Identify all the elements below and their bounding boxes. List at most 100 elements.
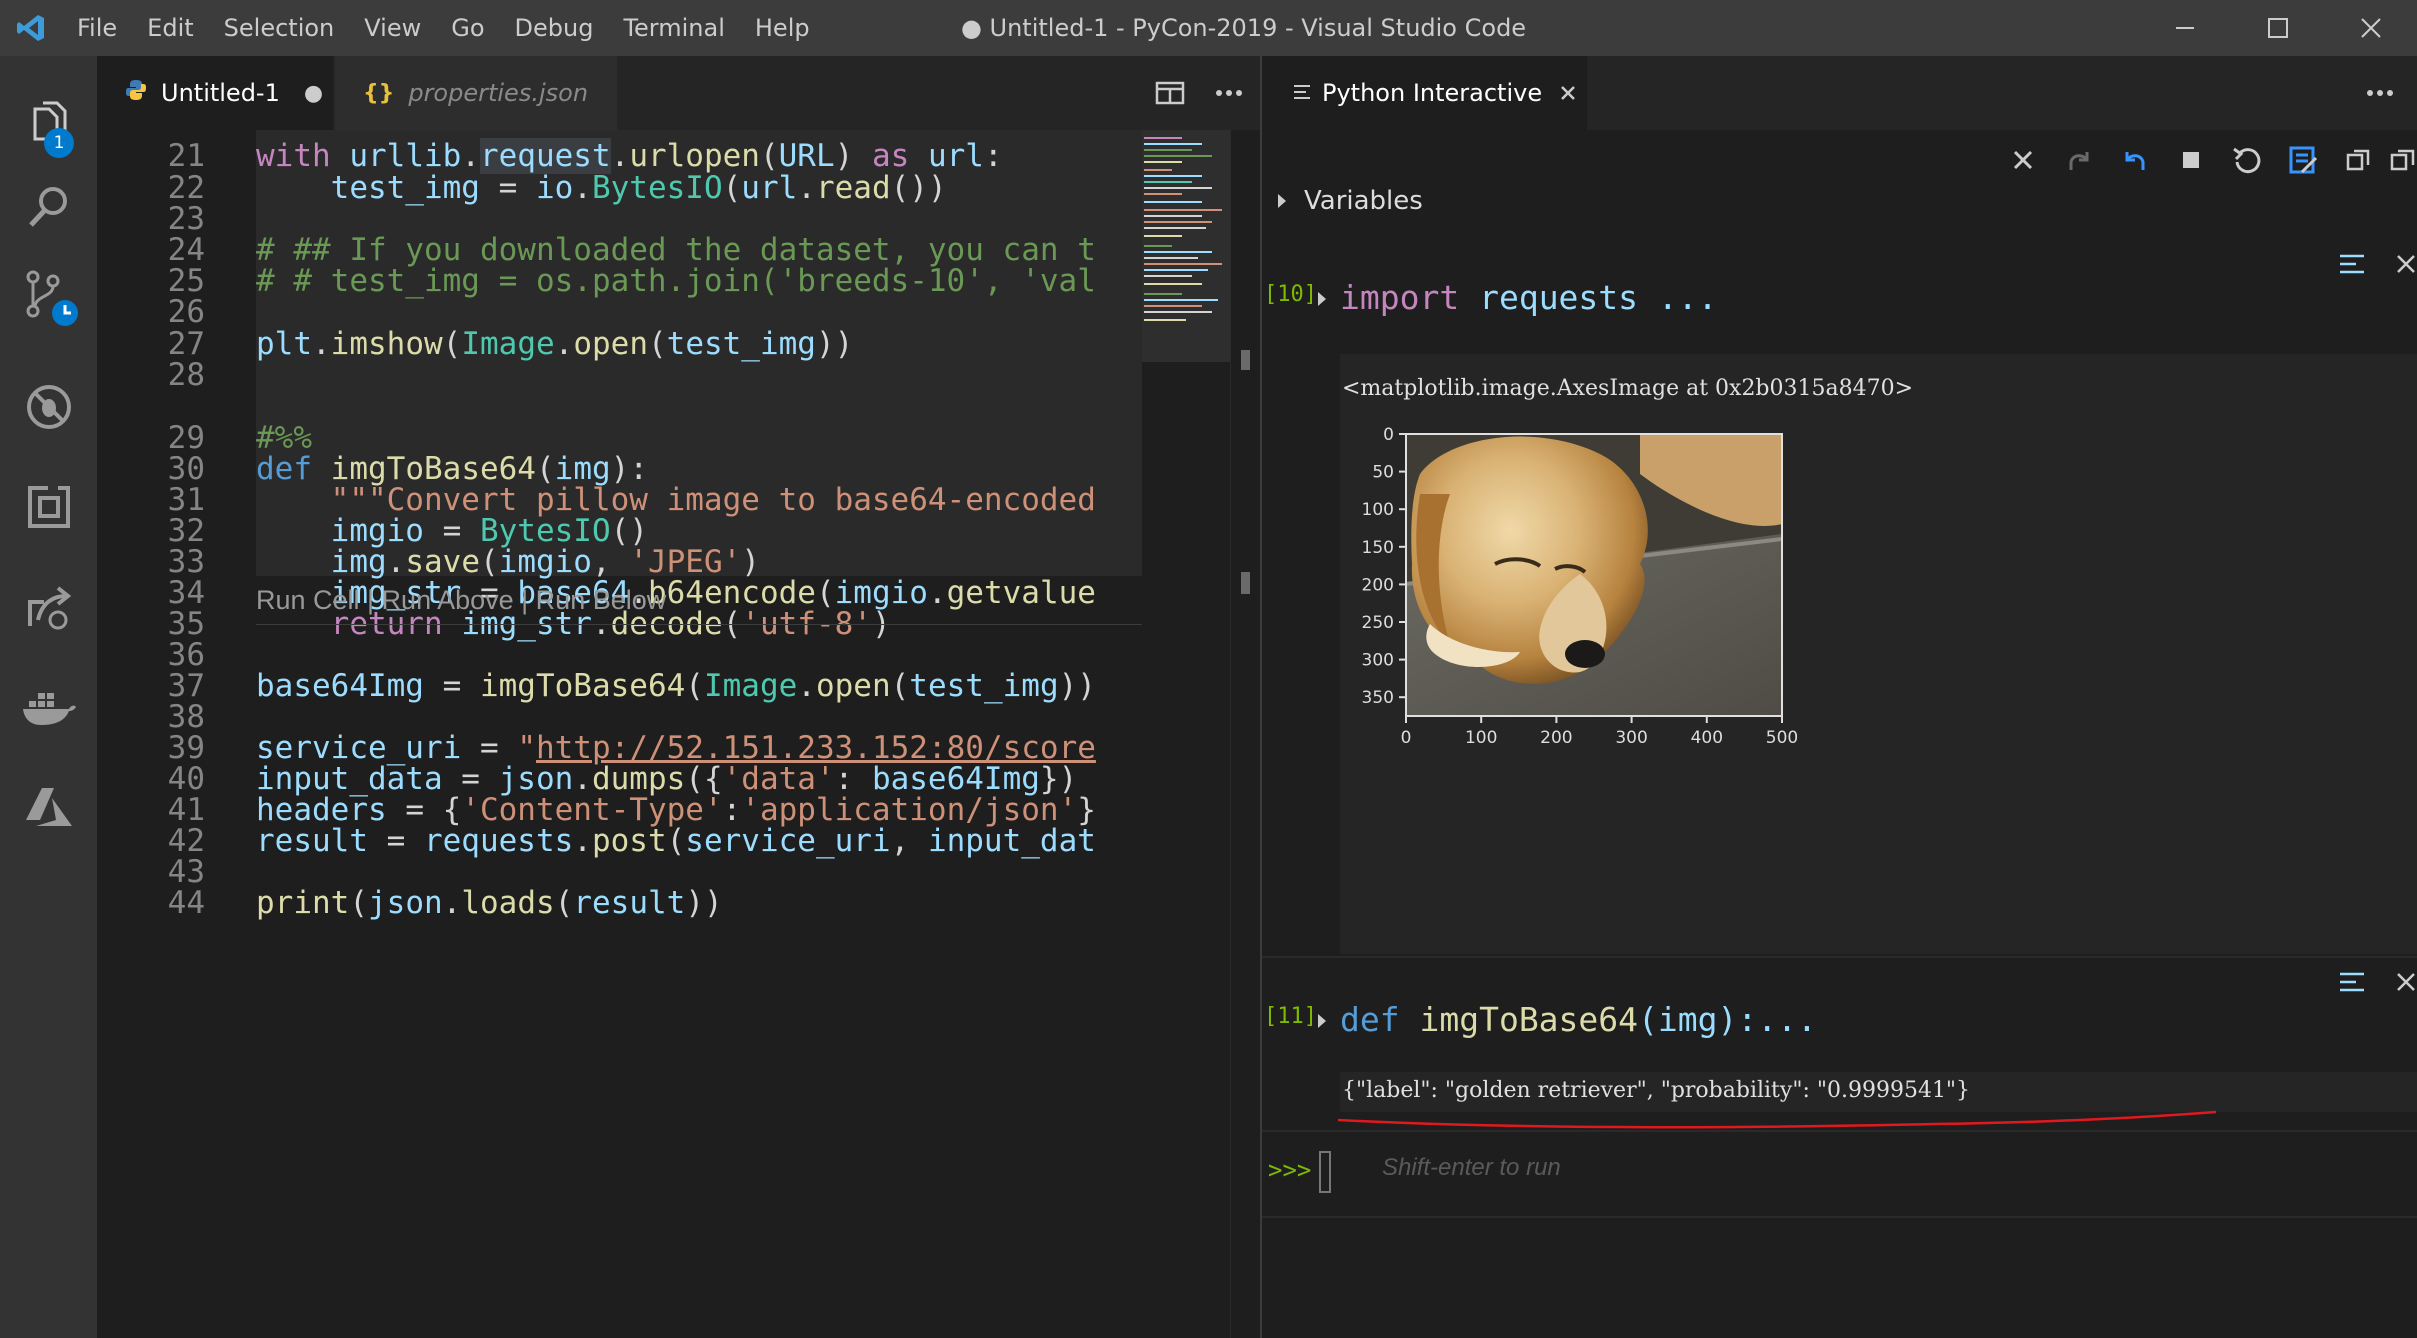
delete-cell-icon[interactable] xyxy=(2386,244,2417,284)
expand-cell-icon[interactable] xyxy=(1316,1012,1328,1034)
azure-icon[interactable] xyxy=(0,762,97,852)
code-line: base64Img = imgToBase64(Image.open(test_… xyxy=(256,668,1096,704)
editor-tabs: Untitled-1 ● {} properties.json xyxy=(97,56,1260,130)
expand-all-icon[interactable] xyxy=(2387,130,2417,190)
menu-terminal[interactable]: Terminal xyxy=(608,0,739,56)
goto-code-icon[interactable] xyxy=(2332,962,2372,1002)
more-actions-icon[interactable] xyxy=(1198,56,1260,130)
preview-icon xyxy=(1294,79,1310,107)
code-line: plt.imshow(Image.open(test_img)) xyxy=(256,326,854,362)
tab-untitled-1[interactable]: Untitled-1 ● xyxy=(97,56,333,130)
y-tick-label: 250 xyxy=(1362,613,1394,633)
close-window-button[interactable] xyxy=(2324,0,2417,56)
cell-input-args: (img):... xyxy=(1638,1000,1817,1039)
tab-python-interactive[interactable]: Python Interactive xyxy=(1262,56,1587,130)
split-editor-icon[interactable] xyxy=(1142,56,1198,130)
x-tick-label: 300 xyxy=(1615,728,1647,748)
python-file-icon xyxy=(125,79,147,107)
code-line: # # test_img = os.path.join('breeds-10',… xyxy=(256,263,1096,299)
source-control-icon[interactable] xyxy=(0,252,97,342)
cell-separator xyxy=(256,624,1142,625)
tab-properties-json[interactable]: {} properties.json xyxy=(335,56,617,130)
cell-input-function: imgToBase64 xyxy=(1399,1000,1639,1039)
delete-cell-icon[interactable] xyxy=(2386,962,2417,1002)
close-tab-icon[interactable] xyxy=(1560,79,1576,107)
input-box[interactable]: Shift-enter to run xyxy=(1382,1154,1561,1182)
minimap[interactable] xyxy=(1142,130,1230,1338)
collapse-all-icon[interactable] xyxy=(2331,130,2387,190)
docker-icon[interactable] xyxy=(0,662,97,752)
editor-scrollbar[interactable] xyxy=(1230,130,1260,1338)
search-icon[interactable] xyxy=(0,162,97,252)
menu-go[interactable]: Go xyxy=(436,0,499,56)
y-tick-label: 50 xyxy=(1372,463,1394,483)
tab-label: properties.json xyxy=(408,79,589,107)
x-tick-label: 0 xyxy=(1401,728,1412,748)
execution-count: [10] xyxy=(1264,282,1317,307)
line-number: 44 xyxy=(167,885,205,921)
interrupt-kernel-icon[interactable] xyxy=(2163,130,2219,190)
image-plot: 0 100 200 300 400 500 0 50 100 150 200 250 300 350 xyxy=(1362,425,1799,748)
restart-kernel-icon[interactable] xyxy=(2219,130,2275,190)
y-tick-label: 150 xyxy=(1362,538,1394,558)
expand-cell-icon[interactable] xyxy=(1316,290,1328,312)
maximize-button[interactable] xyxy=(2231,0,2324,56)
variables-toggle[interactable]: Variables xyxy=(1276,186,1423,216)
run-cell-codelens[interactable]: Run Cell | Run Above | Run Below xyxy=(256,585,666,616)
code-editor[interactable]: 21 22 23 24 25 26 27 28 29 30 31 32 33 3… xyxy=(97,130,1142,1338)
json-file-icon: {} xyxy=(363,80,395,106)
x-tick-label: 500 xyxy=(1766,728,1798,748)
extensions-icon[interactable] xyxy=(0,462,97,552)
menu-bar: File Edit Selection View Go Debug Termin… xyxy=(62,0,825,56)
y-tick-label: 0 xyxy=(1383,425,1394,445)
more-actions-icon[interactable] xyxy=(2355,56,2405,130)
interactive-tabs: Python Interactive xyxy=(1262,56,2417,130)
cell-input-keyword: def xyxy=(1340,1000,1400,1039)
menu-selection[interactable]: Selection xyxy=(209,0,350,56)
input-cursor[interactable] xyxy=(1319,1151,1331,1193)
scroll-marker xyxy=(1241,572,1250,594)
x-tick-label: 100 xyxy=(1465,728,1497,748)
tab-label: Untitled-1 xyxy=(161,79,280,107)
input-prompt: >>> xyxy=(1268,1156,1312,1184)
menu-view[interactable]: View xyxy=(349,0,436,56)
activity-bar: 1 xyxy=(0,56,97,1338)
remote-icon[interactable] xyxy=(0,562,97,652)
menu-help[interactable]: Help xyxy=(740,0,825,56)
goto-code-icon[interactable] xyxy=(2332,244,2372,284)
code-line: result = requests.post(service_uri, inpu… xyxy=(256,823,1096,859)
explorer-icon[interactable]: 1 xyxy=(0,78,97,168)
code-line: test_img = io.BytesIO(url.read()) xyxy=(330,170,947,206)
menu-edit[interactable]: Edit xyxy=(132,0,208,56)
redo-icon[interactable] xyxy=(2051,130,2107,190)
x-tick-label: 200 xyxy=(1540,728,1572,748)
cell-input-keyword: import xyxy=(1340,278,1460,317)
code-line: print(json.loads(result)) xyxy=(256,885,723,921)
tab-label: Python Interactive xyxy=(1322,79,1543,107)
clear-all-icon[interactable] xyxy=(1995,130,2051,190)
y-tick-label: 300 xyxy=(1362,651,1394,671)
dog-image xyxy=(1405,434,1783,716)
menu-file[interactable]: File xyxy=(62,0,132,56)
minimize-button[interactable] xyxy=(2138,0,2231,56)
unsaved-dot-icon[interactable]: ● xyxy=(304,81,323,106)
menu-debug[interactable]: Debug xyxy=(500,0,609,56)
interactive-toolbar xyxy=(1995,130,2417,190)
vscode-logo-icon xyxy=(0,0,62,56)
cell-input-code: requests ... xyxy=(1459,278,1718,317)
y-tick-label: 200 xyxy=(1362,575,1394,595)
save-as-notebook-icon[interactable] xyxy=(2275,130,2331,190)
debug-icon[interactable] xyxy=(0,362,97,452)
variables-label: Variables xyxy=(1304,186,1423,216)
code-line: with urllib.request.urlopen(URL) as url: xyxy=(256,138,1003,174)
editor-group: Untitled-1 ● {} properties.json 21 22 23… xyxy=(97,56,1260,1338)
cell-output: <matplotlib.image.AxesImage at 0x2b0315a… xyxy=(1340,354,2417,954)
x-tick-label: 400 xyxy=(1691,728,1723,748)
explorer-badge: 1 xyxy=(44,128,74,158)
line-number: 28 xyxy=(167,357,205,393)
undo-icon[interactable] xyxy=(2107,130,2163,190)
title-bar: File Edit Selection View Go Debug Termin… xyxy=(0,0,2417,56)
execution-count: [11] xyxy=(1264,1004,1317,1029)
python-interactive-panel: Python Interactive Variables [10] import… xyxy=(1260,56,2417,1338)
line-number: 26 xyxy=(167,294,205,330)
